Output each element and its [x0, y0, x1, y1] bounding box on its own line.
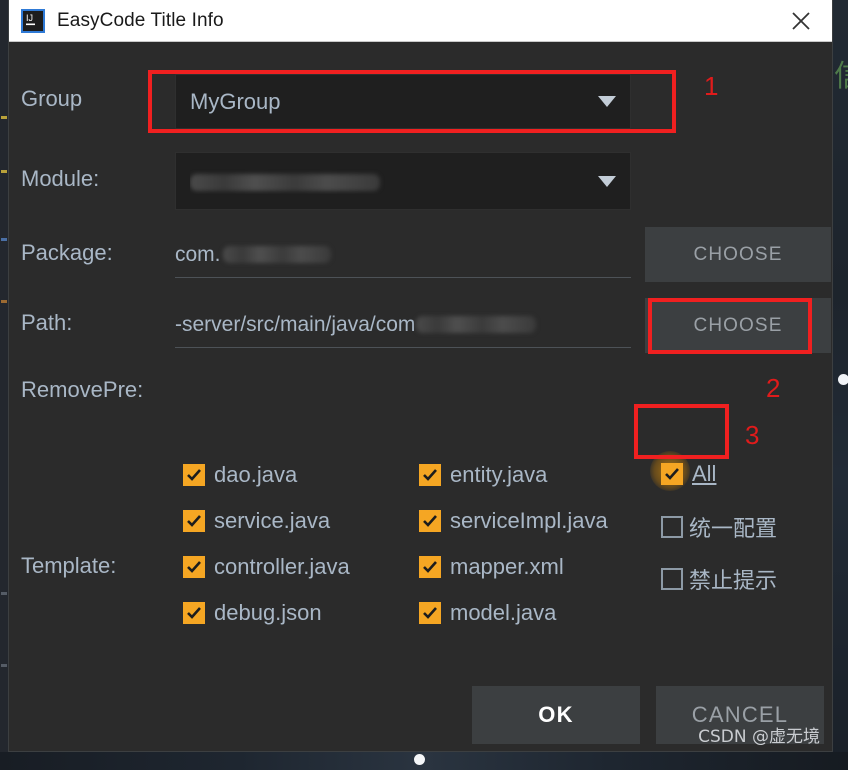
checkbox-unchecked-icon [661, 568, 683, 590]
path-label: Path: [21, 310, 73, 335]
checkbox-label: service.java [214, 508, 331, 533]
removepre-label: RemovePre: [21, 377, 144, 402]
template-checkbox-controller-java[interactable]: controller.java [183, 554, 350, 580]
dialog-body: Group MyGroup Module: Package: com. CHOO… [9, 42, 832, 751]
checkbox-label: model.java [450, 600, 557, 625]
screen: 信 IJ EasyCode Title Info Group [0, 0, 848, 770]
chevron-down-icon [598, 96, 616, 107]
path-input-value: -server/src/main/java/com [175, 312, 416, 336]
package-choose-button[interactable]: CHOOSE [645, 227, 831, 282]
group-label: Group [21, 86, 83, 111]
chevron-down-icon [598, 175, 616, 187]
redacted-text [416, 316, 537, 333]
ide-background-bottom-dot [414, 754, 425, 765]
checkbox-label: 禁止提示 [689, 569, 778, 594]
close-icon[interactable] [784, 4, 818, 38]
template-checkbox-model-java[interactable]: model.java [419, 600, 556, 626]
easycode-title-info-dialog: IJ EasyCode Title Info Group MyGroup Mod… [8, 0, 833, 752]
template-checkbox-unified-config[interactable]: 统一配置 [661, 511, 777, 543]
template-checkbox-all[interactable]: All [661, 461, 716, 487]
checkbox-label: All [692, 461, 717, 486]
checkbox-checked-icon [419, 510, 441, 532]
checkbox-checked-icon [183, 464, 205, 486]
ide-background-right-strip [833, 0, 848, 770]
module-combobox-value [190, 168, 588, 194]
template-checkbox-entity-java[interactable]: entity.java [419, 462, 547, 488]
ide-background-glyph: 信 [834, 62, 848, 92]
group-combobox-value: MyGroup [190, 88, 281, 114]
template-checkbox-serviceimpl-java[interactable]: serviceImpl.java [419, 508, 608, 534]
template-checkbox-debug-json[interactable]: debug.json [183, 600, 322, 626]
template-checkbox-disable-prompt[interactable]: 禁止提示 [661, 563, 777, 595]
checkbox-checked-icon [183, 556, 205, 578]
package-label: Package: [21, 240, 113, 265]
checkbox-checked-icon [183, 510, 205, 532]
package-input-value: com. [175, 242, 221, 266]
dialog-titlebar: IJ EasyCode Title Info [9, 0, 832, 42]
checkbox-unchecked-icon [661, 516, 683, 538]
checkbox-checked-icon [419, 464, 441, 486]
module-combobox[interactable] [175, 152, 631, 210]
checkbox-label: dao.java [214, 462, 298, 487]
redacted-text [222, 246, 331, 263]
path-choose-button[interactable]: CHOOSE [645, 298, 831, 353]
redacted-text [190, 173, 380, 191]
intellij-idea-icon: IJ [21, 8, 45, 33]
template-label: Template: [21, 553, 117, 578]
ok-button[interactable]: OK [472, 686, 640, 744]
checkbox-label: serviceImpl.java [450, 508, 608, 533]
svg-text:IJ: IJ [26, 13, 33, 23]
template-checkbox-mapper-xml[interactable]: mapper.xml [419, 554, 564, 580]
removepre-input[interactable] [175, 372, 631, 412]
checkbox-label: mapper.xml [450, 554, 564, 579]
template-checkbox-dao-java[interactable]: dao.java [183, 462, 297, 488]
path-input[interactable]: -server/src/main/java/com [175, 302, 631, 348]
ide-background-dot [838, 374, 848, 385]
checkbox-label: debug.json [214, 600, 322, 625]
checkbox-checked-icon [183, 602, 205, 624]
watermark: CSDN @虚无境 [698, 727, 820, 747]
checkbox-label: entity.java [450, 462, 548, 487]
group-combobox[interactable]: MyGroup [175, 74, 631, 129]
checkbox-checked-icon [661, 463, 683, 485]
dialog-title: EasyCode Title Info [57, 9, 224, 31]
checkbox-checked-icon [419, 602, 441, 624]
checkbox-checked-icon [419, 556, 441, 578]
package-input[interactable]: com. [175, 232, 631, 278]
module-label: Module: [21, 166, 100, 191]
checkbox-label: 统一配置 [689, 517, 778, 542]
template-checkbox-service-java[interactable]: service.java [183, 508, 330, 534]
checkbox-label: controller.java [214, 554, 350, 579]
